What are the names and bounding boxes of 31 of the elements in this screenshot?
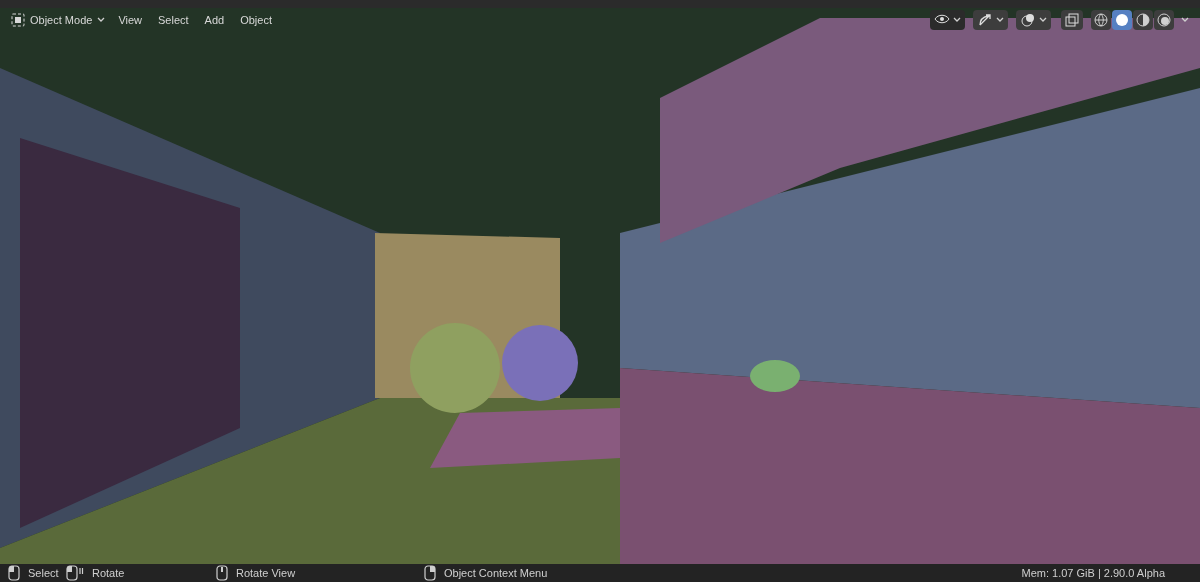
mouse-icon xyxy=(8,565,20,581)
mouse-icon xyxy=(216,565,228,581)
status-hint: Rotate xyxy=(92,565,125,581)
cube-icon xyxy=(11,13,25,27)
visibility-button[interactable] xyxy=(930,10,965,30)
caret-icon xyxy=(953,17,961,23)
menu-item[interactable]: View xyxy=(112,10,149,30)
menu-item[interactable]: Object xyxy=(234,10,278,30)
wireframe-shading-button[interactable] xyxy=(1091,10,1111,30)
gizmo-button[interactable] xyxy=(973,10,1008,30)
caret-icon xyxy=(1181,17,1189,23)
status-hint: Rotate View xyxy=(236,565,296,581)
mouse-icon xyxy=(424,565,436,581)
memory-version-info: Mem: 1.07 GiB | 2.90.0 Alpha xyxy=(1021,565,1166,581)
menu-item[interactable]: Select xyxy=(152,10,195,30)
status-hint: Select xyxy=(28,565,59,581)
gizmo-icon xyxy=(977,12,993,28)
overlays-icon xyxy=(1020,12,1036,28)
caret-icon xyxy=(97,17,106,23)
xray-icon xyxy=(1065,13,1079,27)
material-shading-button[interactable] xyxy=(1133,10,1153,30)
caret-icon xyxy=(1039,17,1047,23)
mouse-icon xyxy=(66,565,84,581)
caret-icon xyxy=(996,17,1004,23)
xray-button[interactable] xyxy=(1061,10,1083,30)
solid-shading-button[interactable] xyxy=(1112,10,1132,30)
mode-dropdown[interactable]: Object Mode xyxy=(8,10,109,30)
overlays-button[interactable] xyxy=(1016,10,1051,30)
menu-item[interactable]: Add xyxy=(198,10,231,30)
rendered-shading-button[interactable] xyxy=(1154,10,1174,30)
status-hint: Object Context Menu xyxy=(444,565,548,581)
